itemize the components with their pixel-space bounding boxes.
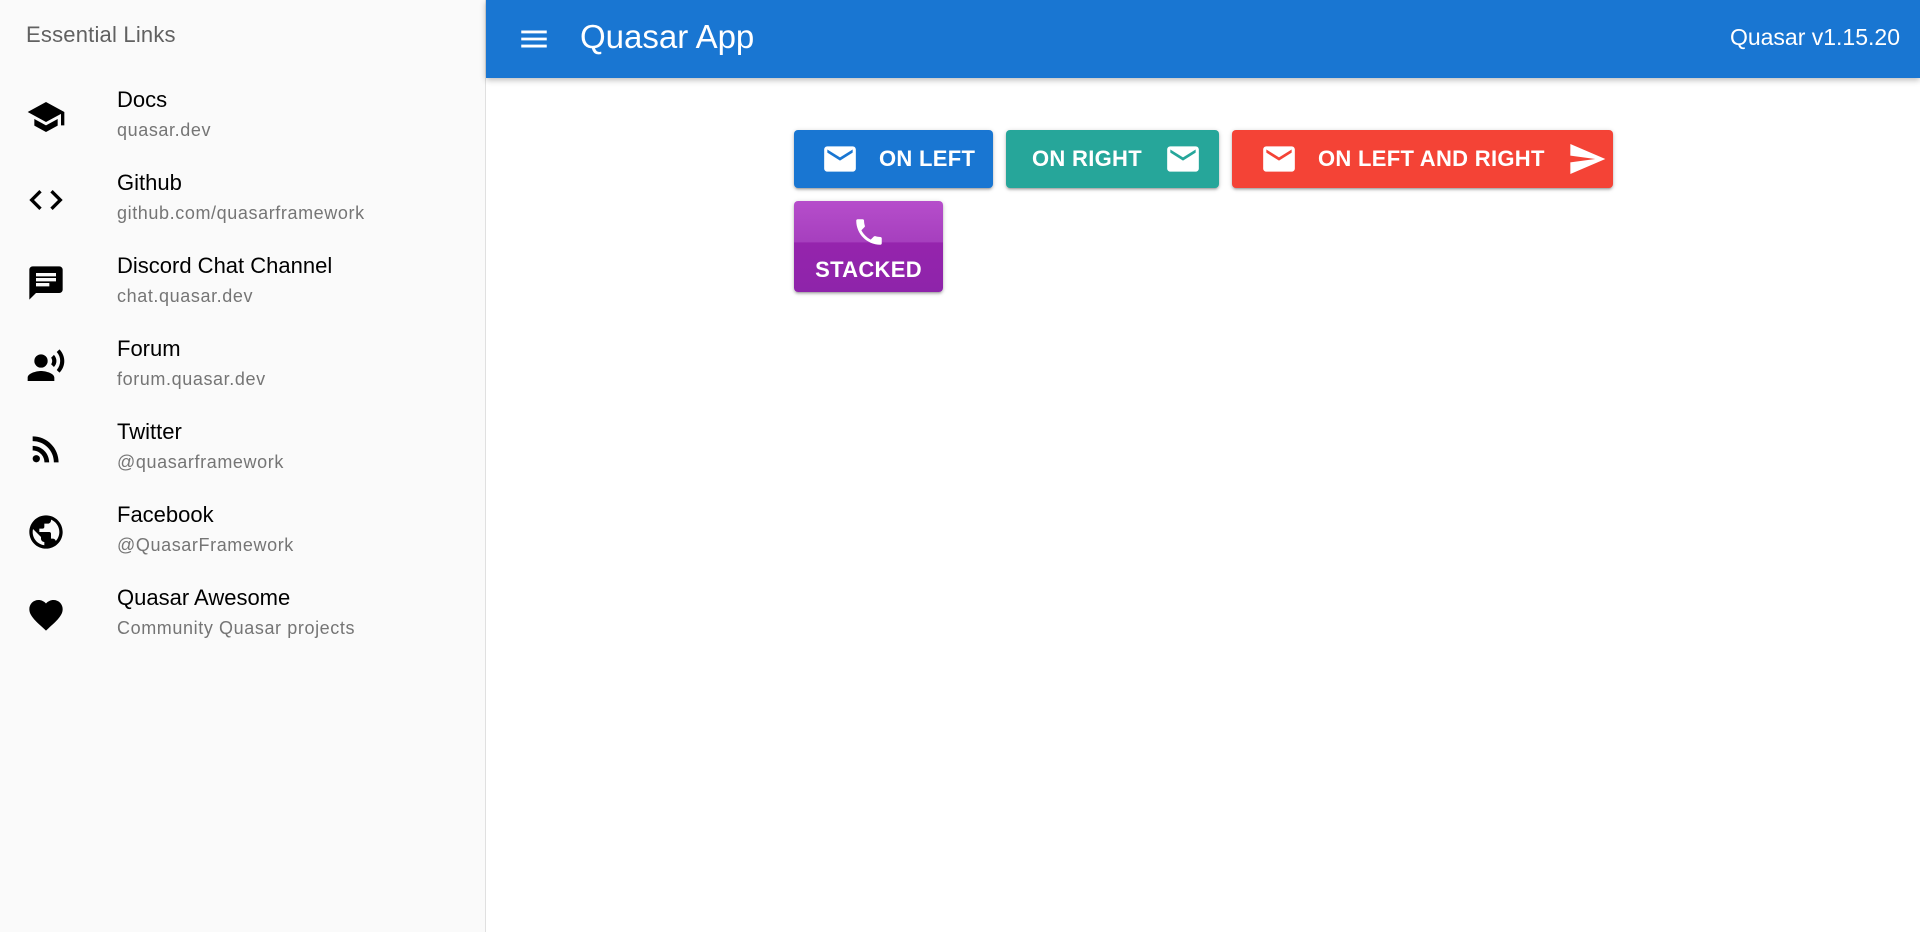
link-discord[interactable]: Discord Chat Channel chat.quasar.dev [0,242,485,325]
button-label: ON LEFT [879,146,976,171]
link-title: Docs [117,87,168,112]
button-label: ON LEFT AND RIGHT [1318,146,1545,171]
link-caption: github.com/quasarframework [117,203,365,223]
drawer-header: Essential Links [26,22,176,47]
code-icon [26,180,66,220]
app-header: Quasar App Quasar v1.15.20 [486,0,1920,78]
version-label: Quasar v1.15.20 [1729,24,1900,50]
link-title: Discord Chat Channel [117,253,333,278]
mail-icon [1263,146,1295,172]
link-caption: quasar.dev [117,120,212,140]
link-twitter[interactable]: Twitter @quasarframework [0,408,485,491]
link-github[interactable]: Github github.com/quasarframework [0,159,485,242]
link-caption: Community Quasar projects [117,618,356,638]
link-caption: chat.quasar.dev [117,286,254,306]
left-drawer: Essential Links Docs quasar.dev Github g… [0,0,486,932]
link-forum[interactable]: Forum forum.quasar.dev [0,325,485,408]
send-icon [1570,144,1606,174]
link-caption: forum.quasar.dev [117,369,266,389]
on-left-button[interactable]: ON LEFT [794,130,993,188]
record-voice-icon [26,346,66,386]
on-right-button[interactable]: ON RIGHT [1006,130,1219,188]
phone-icon [855,218,882,245]
link-caption: @quasarframework [117,452,284,472]
link-title: Forum [117,336,181,361]
mail-icon [824,146,856,172]
menu-icon [521,30,547,48]
link-docs[interactable]: Docs quasar.dev [0,76,485,159]
chat-icon [26,263,66,303]
link-quasar-awesome[interactable]: Quasar Awesome Community Quasar projects [0,574,485,657]
favorite-icon [26,595,66,635]
link-title: Github [117,170,182,195]
link-facebook[interactable]: Facebook @QuasarFramework [0,491,485,574]
button-label: ON RIGHT [1032,146,1142,171]
app-title: Quasar App [580,18,755,55]
link-title: Quasar Awesome [117,585,291,610]
mail-icon [1167,146,1199,172]
rss-feed-icon [26,429,66,469]
on-left-and-right-button[interactable]: ON LEFT AND RIGHT [1232,130,1613,188]
menu-button[interactable] [514,19,554,59]
stacked-button[interactable]: STACKED [794,201,943,292]
link-caption: @QuasarFramework [117,535,294,555]
button-label: STACKED [815,256,922,282]
link-title: Twitter [117,419,182,444]
link-title: Facebook [117,502,214,527]
school-icon [26,97,66,137]
public-icon [26,512,66,552]
